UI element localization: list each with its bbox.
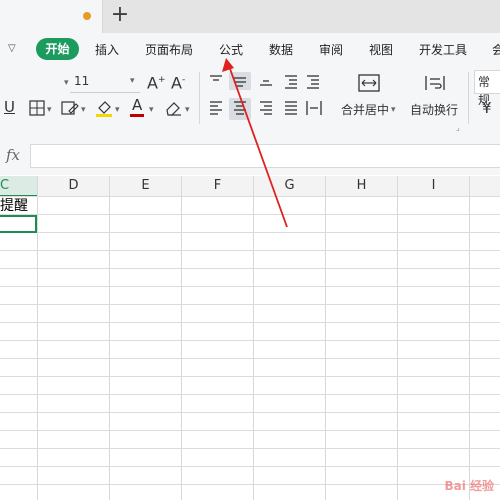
column-gridline: [469, 176, 470, 500]
distributed-align-icon[interactable]: [305, 98, 323, 118]
tab-page-layout[interactable]: 页面布局: [145, 41, 193, 59]
row-gridline: [0, 376, 500, 377]
selected-cell[interactable]: [0, 215, 37, 233]
align-bottom-icon[interactable]: [258, 72, 276, 90]
column-gridline: [181, 176, 182, 500]
fx-icon[interactable]: fx: [6, 146, 20, 164]
row-gridline: [0, 304, 500, 305]
font-size-value: 11: [74, 74, 90, 88]
row-gridline: [0, 232, 500, 233]
column-header-i[interactable]: I: [398, 176, 469, 196]
font-color-icon[interactable]: A: [132, 96, 142, 114]
unsaved-indicator-icon: [83, 12, 91, 20]
tab-developer[interactable]: 开发工具: [419, 41, 467, 59]
column-gridline: [37, 176, 38, 500]
merge-center-button[interactable]: 合并居中: [341, 101, 389, 119]
chevron-down-icon[interactable]: ▾: [47, 101, 52, 119]
decrease-font-icon[interactable]: A-: [171, 71, 185, 92]
tab-member[interactable]: 会: [492, 41, 500, 59]
column-header-c[interactable]: C: [0, 176, 37, 197]
column-gridline: [109, 176, 110, 500]
font-name-chevron-icon[interactable]: ▾: [64, 74, 69, 92]
currency-icon[interactable]: ¥: [482, 99, 492, 117]
wrap-text-icon: [425, 76, 445, 90]
column-gridline: [397, 176, 398, 500]
wrap-text-button[interactable]: 自动换行: [410, 101, 458, 119]
row-gridline: [0, 322, 500, 323]
align-top-icon[interactable]: [207, 72, 225, 90]
column-header-e[interactable]: E: [110, 176, 181, 196]
chevron-down-icon[interactable]: ▾: [391, 101, 396, 119]
decrease-indent-icon[interactable]: [283, 72, 301, 90]
font-size-select[interactable]: 11 ▾: [70, 72, 140, 93]
justify-icon[interactable]: [283, 98, 301, 118]
align-center-icon[interactable]: [229, 98, 251, 120]
divider: [468, 72, 469, 124]
column-header-h[interactable]: H: [326, 176, 397, 196]
row-gridline: [0, 268, 500, 269]
row-gridline: [0, 358, 500, 359]
row-gridline: [0, 286, 500, 287]
row-gridline: [0, 412, 500, 413]
font-color-swatch: [130, 114, 144, 117]
row-gridline: [0, 448, 500, 449]
tab-formulas[interactable]: 公式: [219, 41, 243, 59]
cell-format-icon[interactable]: [60, 99, 80, 117]
formula-input[interactable]: [30, 144, 500, 168]
eraser-icon[interactable]: [163, 98, 183, 118]
tab-insert[interactable]: 插入: [95, 41, 119, 59]
column-gridline: [253, 176, 254, 500]
row-gridline: [0, 196, 500, 197]
new-tab-button[interactable]: +: [110, 3, 130, 27]
column-gridline: [325, 176, 326, 500]
cell-c1[interactable]: 提醒: [0, 197, 28, 215]
row-gridline: [0, 250, 500, 251]
row-gridline: [0, 430, 500, 431]
tab-review[interactable]: 审阅: [319, 41, 343, 59]
column-header-g[interactable]: G: [254, 176, 325, 196]
column-header-f[interactable]: F: [182, 176, 253, 196]
align-middle-icon[interactable]: [229, 72, 251, 92]
row-gridline: [0, 394, 500, 395]
chevron-down-icon[interactable]: ▾: [115, 101, 120, 119]
number-format-select[interactable]: 常规: [474, 70, 500, 107]
chevron-down-icon[interactable]: ▾: [185, 101, 190, 119]
tab-data[interactable]: 数据: [269, 41, 293, 59]
divider: [199, 72, 200, 124]
underline-icon[interactable]: U: [4, 98, 15, 116]
chevron-down-icon[interactable]: ▾: [149, 101, 154, 119]
row-gridline: [0, 214, 500, 215]
chevron-down-icon: ▾: [130, 76, 135, 86]
merge-center-icon: [358, 74, 380, 92]
row-gridline: [0, 466, 500, 467]
align-right-icon[interactable]: [258, 98, 276, 118]
align-left-icon[interactable]: [207, 98, 225, 118]
increase-font-icon[interactable]: A+: [147, 71, 166, 92]
increase-indent-icon[interactable]: [305, 72, 323, 90]
chevron-down-icon[interactable]: ▾: [81, 101, 86, 119]
row-gridline: [0, 340, 500, 341]
column-header-d[interactable]: D: [38, 176, 109, 196]
row-gridline: [0, 484, 500, 485]
fill-color-icon[interactable]: [95, 98, 113, 118]
borders-icon[interactable]: [28, 99, 46, 117]
ribbon-menu: 插入 页面布局 公式 数据 审阅 视图 开发工具 会: [0, 34, 500, 66]
watermark-logo: Bai 经验: [444, 479, 494, 493]
tab-view[interactable]: 视图: [369, 41, 393, 59]
